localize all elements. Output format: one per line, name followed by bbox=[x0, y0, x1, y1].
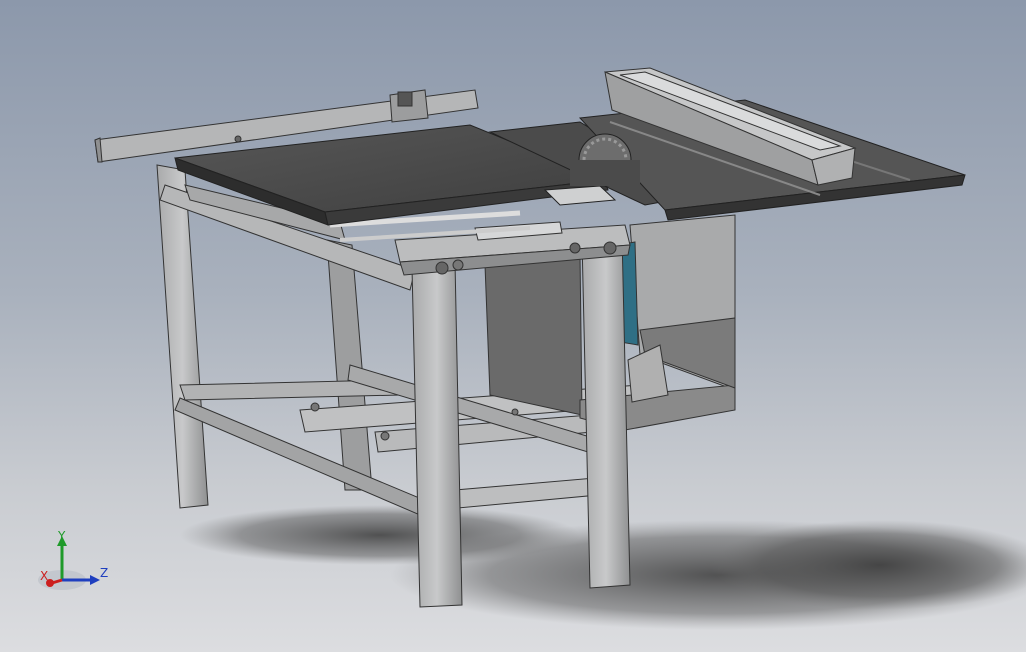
x-axis-label: X bbox=[40, 569, 48, 583]
z-axis-label: Z bbox=[100, 566, 108, 580]
graphics-viewport[interactable]: Y Z X bbox=[0, 0, 1026, 652]
y-axis-label: Y bbox=[57, 529, 66, 543]
z-axis-arrow bbox=[90, 575, 100, 585]
axis-triad[interactable]: Y Z X bbox=[36, 528, 116, 598]
table-saw-model[interactable] bbox=[0, 0, 1026, 652]
